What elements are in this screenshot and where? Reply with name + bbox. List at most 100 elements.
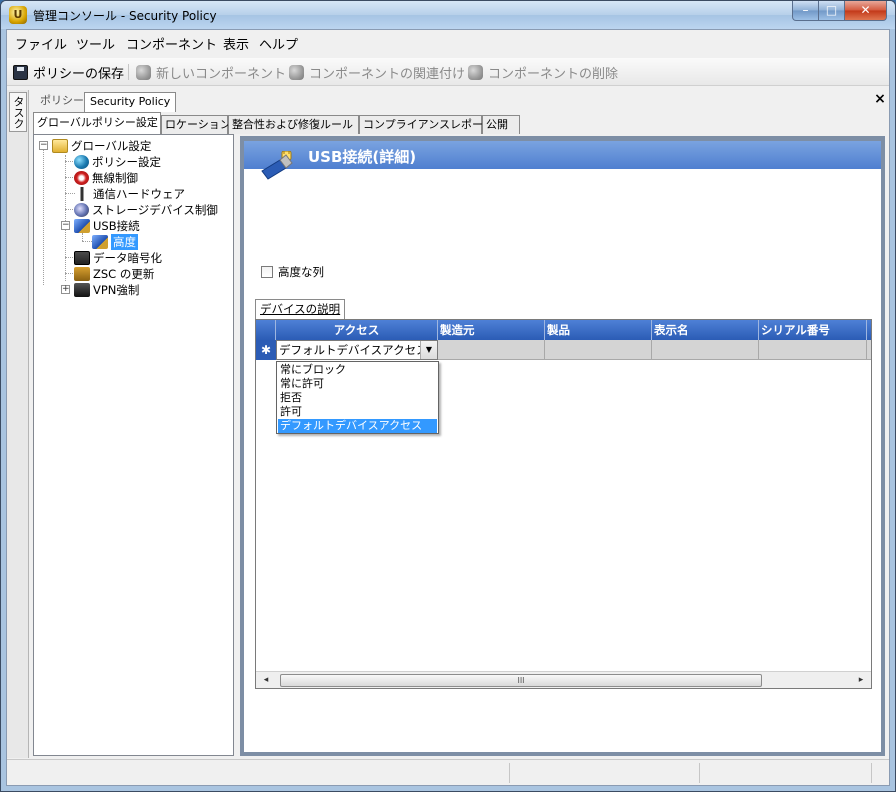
section-header: USB接続(詳細) [244,141,881,169]
scroll-left-icon[interactable]: ◂ [258,673,274,688]
settings-tree: − グローバル設定 ポリシー設定 無線制御 通信ハードウェア ストレージデバイス… [33,134,234,756]
doc-tab-policy[interactable]: ポリシー [35,92,89,112]
tree-collapse-toggle[interactable]: − [61,221,70,230]
document-tabs: ポリシー Security Policy × [29,90,889,112]
usb-lock-icon [261,151,293,180]
toolbar: ポリシーの保存 新しいコンポーネント コンポーネントの関連付け コンポーネントの… [7,58,889,86]
tree-expand-toggle[interactable]: + [61,285,70,294]
cell-display-name[interactable] [652,340,759,360]
tree-item-global-settings[interactable]: グローバル設定 [52,138,151,154]
tree-item-usb[interactable]: USB接続 [74,218,140,234]
column-display-name[interactable]: 表示名 [652,320,759,340]
tree-item-label: グローバル設定 [71,139,152,153]
option-allow[interactable]: 許可 [278,405,437,419]
access-combo[interactable]: デフォルトデバイスアクセス ▼ [276,340,438,360]
scroll-right-icon[interactable]: ▸ [853,673,869,688]
vpn-icon [74,283,90,297]
tree-item-policy-settings[interactable]: ポリシー設定 [74,154,161,170]
access-dropdown-list: 常にブロック 常に許可 拒否 許可 デフォルトデバイスアクセス [276,361,439,434]
maximize-button[interactable]: □ [818,1,845,21]
menu-help[interactable]: ヘルプ [259,34,298,53]
tree-item-label: 無線制御 [92,171,138,185]
menu-bar: ファイル ツール コンポーネント 表示 ヘルプ [7,30,889,54]
task-strip: タスク [7,90,29,758]
menu-component[interactable]: コンポーネント [126,34,217,53]
delete-component-label: コンポーネントの削除 [488,66,619,82]
title-bar[interactable]: U 管理コンソール - Security Policy – □ ✕ [1,1,895,29]
component-icon [136,64,151,80]
save-icon [13,64,28,80]
checkbox-box[interactable] [261,266,273,278]
grid-header: アクセス 製造元 製品 表示名 シリアル番号 [256,320,871,340]
save-policy-button[interactable]: ポリシーの保存 [13,63,125,82]
column-serial-number[interactable]: シリアル番号 [759,320,867,340]
tree-item-label: VPN強制 [93,283,140,297]
content-panel: USB接続(詳細) 高度な列 デバイスの説明 アクセス 製造元 製品 表示名 シ… [240,136,885,756]
tree-item-label: USB接続 [93,219,140,233]
table-row[interactable]: ✱ デフォルトデバイスアクセス ▼ [256,340,871,360]
option-always-block[interactable]: 常にブロック [278,363,437,377]
tab-integrity-rules[interactable]: 整合性および修復ルール [228,115,359,134]
minimize-button[interactable]: – [792,1,819,21]
status-bar [7,759,889,785]
tab-publish[interactable]: 公開 [482,115,520,134]
content-area: USB接続(詳細) 高度な列 デバイスの説明 アクセス 製造元 製品 表示名 シ… [244,141,881,752]
status-divider [699,763,700,783]
tree-item-label: ストレージデバイス制御 [92,203,218,217]
tree-line [65,155,66,281]
cell-manufacturer[interactable] [438,340,545,360]
cell-product[interactable] [545,340,652,360]
tree-item-comm-hardware[interactable]: 通信ハードウェア [74,186,185,202]
option-always-allow[interactable]: 常に許可 [278,377,437,391]
tree-item-data-encryption[interactable]: データ暗号化 [74,250,162,266]
section-title: USB接続(詳細) [308,148,417,166]
delete-component-button[interactable]: コンポーネントの削除 [468,63,619,82]
option-default-access[interactable]: デフォルトデバイスアクセス [278,419,437,433]
close-window-button[interactable]: ✕ [844,1,887,21]
tab-location[interactable]: ロケーション [161,115,231,134]
close-document-button[interactable]: × [873,92,887,106]
new-component-button[interactable]: 新しいコンポーネント [136,63,286,82]
toolbar-separator [128,64,129,80]
advanced-columns-label: 高度な列 [278,265,324,279]
menu-tools[interactable]: ツール [76,34,115,53]
tree-item-zsc-update[interactable]: ZSC の更新 [74,266,154,282]
scroll-thumb[interactable]: III [280,674,762,687]
policy-sub-tabs: グローバルポリシー設定 ロケーション 整合性および修復ルール コンプライアンスレ… [29,112,889,134]
tree-item-wireless-control[interactable]: 無線制御 [74,170,138,186]
column-overflow [867,320,871,340]
save-policy-label: ポリシーの保存 [33,66,125,82]
column-access[interactable]: アクセス [276,320,438,340]
usb-icon [74,219,90,233]
tree-collapse-toggle[interactable]: − [39,141,48,150]
wireless-icon [74,171,89,185]
task-tab[interactable]: タスク [9,92,27,132]
tab-device-description[interactable]: デバイスの説明 [255,299,346,320]
component-link-icon [289,64,304,80]
column-manufacturer[interactable]: 製造元 [438,320,545,340]
column-product[interactable]: 製品 [545,320,652,340]
status-divider [509,763,510,783]
tab-global-policy[interactable]: グローバルポリシー設定 [33,112,161,134]
tree-item-label: ポリシー設定 [92,155,161,169]
tree-line [82,233,83,241]
tree-item-label: ZSC の更新 [93,267,155,281]
app-icon: U [9,6,27,24]
doc-tab-security-policy[interactable]: Security Policy [84,92,177,112]
tree-item-vpn[interactable]: VPN強制 [74,282,139,298]
access-combo-value: デフォルトデバイスアクセス [279,343,428,357]
cable-icon [74,187,90,201]
menu-file[interactable]: ファイル [15,34,67,53]
horizontal-scrollbar[interactable]: ◂ III ▸ [256,671,871,688]
advanced-columns-checkbox[interactable]: 高度な列 [261,264,324,280]
tab-compliance-report[interactable]: コンプライアンスレポート [359,115,494,134]
component-delete-icon [468,64,483,80]
tree-item-advanced[interactable]: 高度 [92,234,138,250]
tree-item-label: 高度 [111,234,138,250]
tree-item-storage-control[interactable]: ストレージデバイス制御 [74,202,218,218]
option-deny[interactable]: 拒否 [278,391,437,405]
chevron-down-icon[interactable]: ▼ [420,341,437,359]
associate-component-button[interactable]: コンポーネントの関連付け [289,63,465,82]
menu-view[interactable]: 表示 [223,34,249,53]
cell-serial-number[interactable] [759,340,867,360]
